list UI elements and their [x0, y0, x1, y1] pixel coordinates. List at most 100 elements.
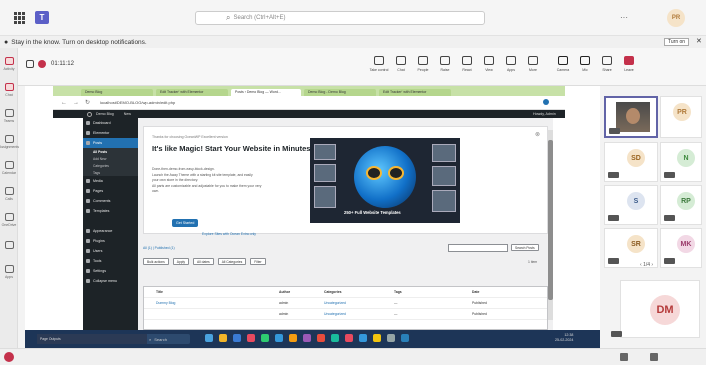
- close-icon[interactable]: ✕: [696, 37, 702, 45]
- profile-avatar[interactable]: PR: [667, 9, 685, 27]
- search-posts-input[interactable]: [448, 244, 508, 252]
- more-options-icon[interactable]: ···: [620, 13, 628, 22]
- table-cell[interactable]: Dummy Blog: [144, 301, 279, 305]
- taskbar-app-icon[interactable]: [247, 334, 255, 342]
- taskbar-app-icon[interactable]: [289, 334, 297, 342]
- wp-menu-item-1[interactable]: Elementor: [83, 128, 138, 138]
- taskbar-app-icon[interactable]: [331, 334, 339, 342]
- taskbar-app-icon[interactable]: [261, 334, 269, 342]
- tray-icon[interactable]: [620, 353, 628, 361]
- wp-menu-item-3[interactable]: Media: [83, 176, 138, 186]
- participant-tile[interactable]: PR: [660, 96, 702, 138]
- taskbar-app-icon[interactable]: [205, 334, 213, 342]
- rail-item-7[interactable]: [0, 236, 18, 256]
- howdy-user[interactable]: Howdy, Admin: [533, 112, 556, 116]
- wp-menu-item-6[interactable]: Templates: [83, 206, 138, 216]
- taskbar-app-icon[interactable]: [317, 334, 325, 342]
- wp-menu-item-10[interactable]: Tools: [83, 256, 138, 266]
- wp-menu-label: Plugins: [93, 239, 105, 243]
- taskbar-app-icon[interactable]: [345, 334, 353, 342]
- meeting-tool-3[interactable]: Raise: [434, 56, 456, 72]
- rail-item-4[interactable]: Calendar: [0, 158, 18, 178]
- meeting-tool-0[interactable]: Take control: [368, 56, 390, 72]
- browser-tab-2[interactable]: Posts ‹ Demo Blog — Word...: [231, 88, 301, 96]
- filter-button[interactable]: Filter: [250, 258, 266, 265]
- participant-tile[interactable]: DM: [611, 280, 700, 338]
- bulk-actions-select[interactable]: Bulk actions: [143, 258, 169, 265]
- wp-menu-item-12[interactable]: Collapse menu: [83, 276, 138, 286]
- wp-submenu-item-2[interactable]: Categories: [83, 162, 138, 169]
- taskbar-app-icon[interactable]: [233, 334, 241, 342]
- meeting-tool-1[interactable]: Chat: [390, 56, 412, 72]
- taskbar-app-icon[interactable]: [387, 334, 395, 342]
- site-name-link[interactable]: Demo Blog: [96, 112, 114, 116]
- wp-menu-item-7[interactable]: Appearance: [83, 226, 138, 236]
- meeting-tool-9[interactable]: Mic: [574, 56, 596, 72]
- reload-icon[interactable]: ↻: [85, 99, 90, 106]
- wp-submenu-item-1[interactable]: Add New: [83, 155, 138, 162]
- url-field[interactable]: localhost/DEMO-BLOG/wp-admin/edit.php: [100, 100, 175, 105]
- rail-item-3[interactable]: Assignments: [0, 132, 19, 152]
- rail-item-8[interactable]: Apps: [0, 262, 18, 282]
- meeting-tool-8[interactable]: Camera: [552, 56, 574, 72]
- meeting-tool-2[interactable]: People: [412, 56, 434, 72]
- rail-item-6[interactable]: OneDrive: [0, 210, 18, 230]
- participant-video-tile[interactable]: [604, 96, 658, 138]
- post-status-counts[interactable]: All (1) | Published (1): [143, 246, 175, 250]
- dismiss-icon[interactable]: ⊗: [535, 131, 540, 138]
- wordpress-logo-icon[interactable]: [87, 111, 92, 117]
- wp-submenu-item-3[interactable]: Tags: [83, 169, 138, 176]
- taskbar-app-icon[interactable]: [401, 334, 409, 342]
- search-input[interactable]: ⌕ Search (Ctrl+Alt+E): [195, 11, 485, 25]
- rail-item-2[interactable]: Teams: [0, 106, 18, 126]
- get-started-button[interactable]: Get Started: [172, 219, 199, 227]
- taskbar-app-icon[interactable]: [219, 334, 227, 342]
- categories-select[interactable]: All Categories: [217, 258, 247, 265]
- app-launcher-icon[interactable]: [14, 12, 26, 24]
- meeting-tool-7[interactable]: More: [522, 56, 544, 72]
- wp-menu-item-0[interactable]: Dashboard: [83, 118, 138, 128]
- new-content-link[interactable]: New: [124, 112, 131, 116]
- browser-tab-3[interactable]: Demo Blog - Demo Blog: [304, 88, 376, 96]
- dates-select[interactable]: All dates: [193, 258, 214, 265]
- browser-tab-1[interactable]: Edit Tracker' with Elementor: [156, 88, 228, 96]
- participant-tile[interactable]: N: [660, 142, 702, 182]
- apply-button[interactable]: Apply: [172, 258, 190, 265]
- wp-menu-item-5[interactable]: Comments: [83, 196, 138, 206]
- meeting-tool-10[interactable]: Share: [596, 56, 618, 72]
- participant-tile[interactable]: SD: [604, 142, 658, 182]
- turn-on-button[interactable]: Turn on: [664, 38, 690, 46]
- meeting-tool-label: Apps: [507, 68, 515, 72]
- rail-item-0[interactable]: Activity: [0, 54, 18, 74]
- taskbar-app-icon[interactable]: [359, 334, 367, 342]
- rail-item-1[interactable]: Chat: [0, 80, 18, 100]
- taskbar-app-icon[interactable]: [303, 334, 311, 342]
- tray-icon[interactable]: [650, 353, 658, 361]
- taskbar-search[interactable]: ⌕ Search: [145, 334, 190, 344]
- profile-icon[interactable]: [543, 99, 549, 105]
- wp-menu-item-11[interactable]: Settings: [83, 266, 138, 276]
- explore-sites-link[interactable]: Explore Sites with Ocean Extra only: [202, 232, 256, 236]
- wp-menu-item-4[interactable]: Pages: [83, 186, 138, 196]
- meeting-tool-6[interactable]: Apps: [500, 56, 522, 72]
- participant-tile[interactable]: S: [604, 185, 658, 225]
- meeting-tool-5[interactable]: View: [478, 56, 500, 72]
- meeting-tool-11[interactable]: Leave: [618, 56, 640, 72]
- content-scrollbar[interactable]: [548, 130, 553, 320]
- rail-item-5[interactable]: Calls: [0, 184, 18, 204]
- wp-menu-item-8[interactable]: Plugins: [83, 236, 138, 246]
- wp-menu-item-9[interactable]: Users: [83, 246, 138, 256]
- browser-tab-4[interactable]: Edit Tracker' with Elementor: [379, 88, 451, 96]
- forward-icon[interactable]: →: [73, 100, 79, 106]
- participants-pager[interactable]: ‹ 1/4 ›: [640, 262, 653, 268]
- taskbar-app-icon[interactable]: [275, 334, 283, 342]
- wp-submenu-item-0[interactable]: All Posts: [83, 148, 138, 155]
- search-posts-button[interactable]: Search Posts: [511, 244, 539, 251]
- participant-tile[interactable]: RP: [660, 185, 702, 225]
- taskbar-app-icon[interactable]: [373, 334, 381, 342]
- participant-tile[interactable]: MK: [660, 228, 702, 268]
- wp-menu-item-2[interactable]: Posts: [83, 138, 138, 148]
- browser-tab-0[interactable]: Demo Blog: [81, 88, 153, 96]
- back-icon[interactable]: ←: [61, 100, 67, 106]
- meeting-tool-4[interactable]: React: [456, 56, 478, 72]
